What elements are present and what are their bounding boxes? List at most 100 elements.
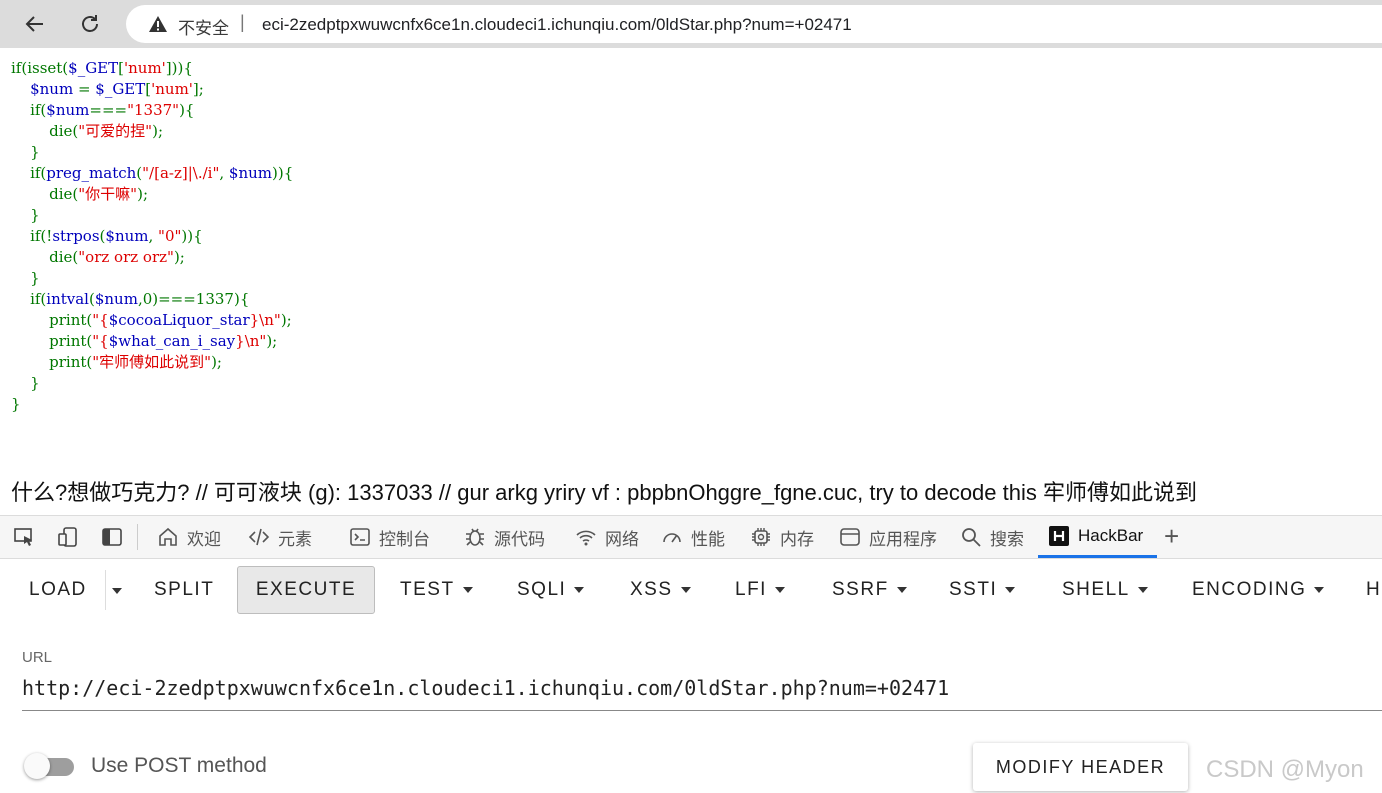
hackbar-url-input[interactable]: http://eci-2zedptpxwuwcnfx6ce1n.cloudeci…	[22, 676, 1382, 711]
devtools-tab-控制台[interactable]: 控制台	[349, 516, 430, 558]
hackbar-split-button[interactable]: SPLIT	[154, 566, 214, 614]
devtools-tab-搜索[interactable]: 搜索	[960, 516, 1024, 558]
code-token: }\n"	[249, 311, 281, 329]
devtools-tab-应用程序[interactable]: 应用程序	[839, 516, 937, 558]
wifi-icon	[575, 526, 605, 548]
code-line: die("你干嘛");	[11, 185, 148, 203]
home-icon	[157, 526, 187, 548]
code-token: }	[11, 269, 40, 287]
address-bar[interactable]: 不安全 | eci-2zedptpxwuwcnfx6ce1n.cloudeci1…	[126, 5, 1382, 43]
hackbar-execute-button[interactable]: EXECUTE	[237, 566, 375, 614]
hackbar-button-label: SPLIT	[154, 579, 215, 600]
code-token: ])){	[165, 59, 193, 77]
code-token: ===	[89, 101, 128, 119]
code-line: if(!strpos($num, "0")){	[11, 227, 203, 245]
load-dropdown-caret-icon[interactable]	[112, 588, 122, 594]
devtools-tab-欢迎[interactable]: 欢迎	[157, 516, 221, 558]
hackbar-test-button[interactable]: TEST	[400, 566, 473, 614]
hackbar-lfi-button[interactable]: LFI	[735, 566, 785, 614]
devtools-divider	[137, 524, 138, 550]
caret-down-icon	[574, 587, 585, 593]
code-line: }	[11, 143, 40, 161]
code-token: }	[11, 395, 21, 413]
post-method-label: Use POST method	[91, 754, 267, 777]
address-url[interactable]: eci-2zedptpxwuwcnfx6ce1n.cloudeci1.ichun…	[262, 15, 852, 35]
code-token: 'num'	[124, 59, 166, 77]
code-token: );	[266, 332, 278, 350]
warning-triangle-icon[interactable]	[148, 14, 168, 39]
bug-icon	[464, 526, 494, 548]
code-token: if(	[11, 101, 47, 119]
code-token: print(	[11, 332, 93, 350]
devtools-tab-label: 元素	[278, 529, 312, 549]
code-token: ];	[192, 80, 204, 98]
devtools-tab-label: 应用程序	[869, 529, 937, 549]
post-method-toggle[interactable]	[24, 753, 74, 779]
inspect-element-icon[interactable]	[13, 526, 35, 548]
devtools-tab-内存[interactable]: 内存	[750, 516, 814, 558]
hackbar-button-label: ENCODING	[1192, 579, 1307, 600]
hackbar-xss-button[interactable]: XSS	[630, 566, 691, 614]
code-token: "{	[92, 332, 109, 350]
hackbar-button-label: EXECUTE	[255, 579, 357, 600]
code-token: );	[280, 311, 292, 329]
code-token: }\n"	[235, 332, 267, 350]
code-line: print("{$cocoaLiquor_star}\n");	[11, 311, 292, 329]
code-token: );	[211, 353, 222, 371]
hackbar-encoding-button[interactable]: ENCODING	[1192, 566, 1325, 614]
code-line: if(intval($num,0)===1337){	[11, 290, 249, 308]
code-token: );	[152, 122, 163, 140]
modify-header-button[interactable]: MODIFY HEADER	[973, 743, 1188, 791]
device-emulation-icon[interactable]	[57, 526, 79, 548]
hackbar-shell-button[interactable]: SHELL	[1062, 566, 1148, 614]
code-token: "1337"	[127, 101, 180, 119]
caret-down-icon	[680, 587, 691, 593]
code-token: preg_match	[46, 164, 137, 182]
devtools-tabbar: 欢迎 元素 控制台 源代码 网络 性能 内存 应用程序 搜索 HackBar +	[0, 515, 1382, 559]
code-token: "可爱的捏"	[78, 122, 153, 140]
hackbar-sqli-button[interactable]: SQLI	[517, 566, 585, 614]
code-token: }	[11, 374, 40, 392]
code-token: "/[a-z]|\./i"	[142, 164, 220, 182]
devtools-tab-hackbar[interactable]: HackBar	[1038, 516, 1158, 558]
back-arrow-icon[interactable]	[18, 8, 52, 40]
dock-sidebar-icon[interactable]	[101, 526, 123, 548]
caret-down-icon	[1005, 587, 1016, 593]
code-token: $num	[30, 80, 74, 98]
devtools-tab-元素[interactable]: 元素	[248, 516, 312, 558]
code-token: if(isset(	[11, 59, 69, 77]
search-icon	[960, 526, 990, 548]
hackbar-button-label: XSS	[630, 579, 673, 600]
hackbar-toolbar: LOAD SPLIT EXECUTE TEST SQLI XSS LFI SSRF SSTI SH…	[0, 558, 1382, 622]
devtools-tab-网络[interactable]: 网络	[575, 516, 639, 558]
code-token: $_GET	[95, 80, 146, 98]
devtools-tab-源代码[interactable]: 源代码	[464, 516, 545, 558]
code-token: $num	[46, 101, 90, 119]
hackbar-ssti-button[interactable]: SSTI	[949, 566, 1016, 614]
insecure-label[interactable]: 不安全	[178, 14, 229, 39]
page-output-text: 什么?想做巧克力? // 可可液块 (g): 1337033 // gur ar…	[11, 480, 1197, 505]
add-tab-icon[interactable]: +	[1164, 521, 1179, 552]
code-token: die(	[11, 185, 79, 203]
devtools-tab-性能[interactable]: 性能	[661, 516, 725, 558]
console-icon	[349, 526, 379, 548]
refresh-icon[interactable]	[73, 8, 107, 40]
code-line: }	[11, 206, 40, 224]
hackbar-ssrf-button[interactable]: SSRF	[832, 566, 907, 614]
code-line: die("orz orz orz");	[11, 248, 185, 266]
code-token: )){	[181, 227, 203, 245]
code-token: "你干嘛"	[78, 185, 138, 203]
code-token: );	[173, 248, 185, 266]
code-token: =	[73, 80, 96, 98]
devtools-tab-label: 性能	[691, 529, 725, 549]
chip-icon	[750, 526, 780, 548]
code-token: $cocoaLiquor_star	[108, 311, 250, 329]
code-token: );	[137, 185, 148, 203]
app-icon	[839, 526, 869, 548]
devtools-tab-label: HackBar	[1078, 525, 1144, 545]
hackbar-h-button[interactable]: H	[1366, 566, 1381, 614]
hackbar-load-button[interactable]: LOAD	[29, 566, 87, 614]
code-token: $num	[228, 164, 272, 182]
code-token: "牢师傅如此说到"	[92, 353, 212, 371]
